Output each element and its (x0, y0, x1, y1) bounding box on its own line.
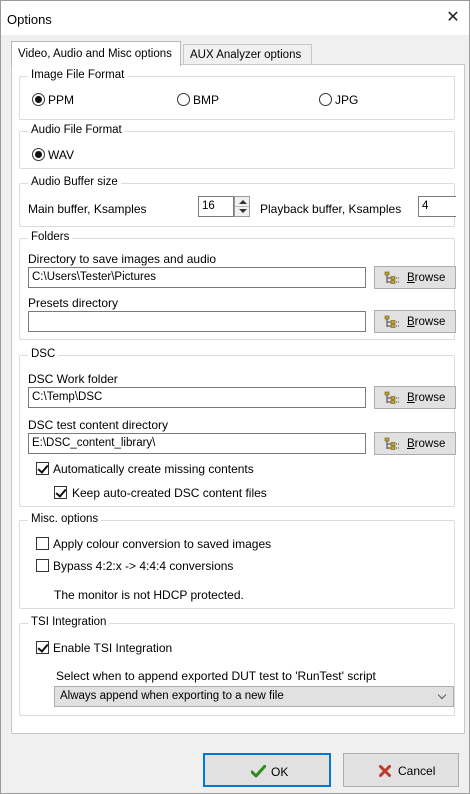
save-dir-input[interactable]: C:\Users\Tester\Pictures (28, 267, 366, 288)
dsc-group: DSC DSC Work folder C:\Temp\DSC Browse D… (19, 348, 456, 507)
group-legend: Audio File Format (28, 124, 125, 136)
browse-label: Browse (407, 438, 446, 450)
radio-bmp[interactable] (177, 93, 190, 106)
radio-ppm[interactable] (32, 93, 45, 106)
group-legend: Folders (28, 231, 73, 243)
options-dialog: Options ✕ Video, Audio and Misc options … (0, 0, 470, 794)
ok-label: OK (271, 765, 289, 779)
enable-tsi-label: Enable TSI Integration (53, 641, 173, 655)
spin-down-icon[interactable] (239, 209, 247, 213)
presets-dir-input[interactable] (28, 311, 366, 332)
chevron-down-icon[interactable] (437, 690, 447, 700)
folder-tree-icon (384, 315, 399, 328)
playback-buffer-input[interactable]: 4 (418, 196, 456, 217)
checkmark-icon (251, 765, 266, 778)
browse-dsc-content-button[interactable]: Browse (374, 432, 456, 455)
group-legend: Audio Buffer size (28, 176, 121, 188)
tab-aux-analyzer[interactable]: AUX Analyzer options (183, 44, 312, 65)
audio-format-group: Audio File Format WAV (19, 124, 455, 169)
misc-options-group: Misc. options Apply colour conversion to… (19, 513, 455, 609)
spin-up-icon[interactable] (239, 200, 247, 204)
tsi-select-label: Select when to append exported DUT test … (56, 669, 376, 683)
browse-label: Browse (407, 272, 446, 284)
browse-save-dir-button[interactable]: Browse (374, 266, 456, 289)
radio-wav[interactable] (32, 148, 45, 161)
tab-video-audio-misc[interactable]: Video, Audio and Misc options (11, 41, 181, 66)
radio-label-bmp: BMP (193, 93, 220, 107)
spin-divider (235, 206, 249, 207)
browse-label: Browse (407, 316, 446, 328)
radio-label-wav: WAV (48, 148, 74, 162)
window-title: Options (7, 12, 52, 27)
group-legend: Image File Format (28, 69, 128, 81)
close-icon[interactable]: ✕ (441, 7, 465, 29)
image-format-group: Image File Format PPM BMP JPG (19, 69, 455, 120)
folder-tree-icon (384, 271, 399, 284)
keep-content-label: Keep auto-created DSC content files (72, 486, 267, 500)
hdcp-status-text: The monitor is not HDCP protected. (54, 588, 244, 602)
cancel-label: Cancel (398, 764, 436, 778)
main-buffer-spinner[interactable] (234, 196, 250, 217)
tsi-append-select[interactable]: Always append when exporting to a new fi… (54, 686, 454, 707)
auto-create-checkbox[interactable] (36, 462, 49, 475)
colour-conversion-checkbox[interactable] (36, 537, 49, 550)
browse-presets-dir-button[interactable]: Browse (374, 310, 456, 333)
folder-tree-icon (384, 391, 399, 404)
bypass-conversion-checkbox[interactable] (36, 559, 49, 572)
auto-create-label: Automatically create missing contents (53, 462, 254, 476)
dsc-work-folder-label: DSC Work folder (28, 372, 118, 386)
main-buffer-input[interactable]: 16 (198, 196, 234, 217)
playback-buffer-label: Playback buffer, Ksamples (260, 202, 402, 216)
ok-button[interactable]: OK (203, 753, 331, 787)
presets-dir-label: Presets directory (28, 296, 119, 310)
group-legend: Misc. options (28, 513, 102, 525)
radio-jpg[interactable] (319, 93, 332, 106)
folder-tree-icon (384, 437, 399, 450)
select-value: Always append when exporting to a new fi… (60, 690, 284, 702)
keep-content-checkbox[interactable] (54, 486, 67, 499)
browse-dsc-work-button[interactable]: Browse (374, 386, 456, 409)
dsc-content-dir-input[interactable]: E:\DSC_content_library\ (28, 433, 366, 454)
main-buffer-label: Main buffer, Ksamples (28, 202, 147, 216)
audio-buffer-group: Audio Buffer size Main buffer, Ksamples … (19, 176, 456, 227)
title-bar[interactable]: Options ✕ (1, 1, 469, 35)
enable-tsi-checkbox[interactable] (36, 641, 49, 654)
bypass-conversion-label: Bypass 4:2:x -> 4:4:4 conversions (53, 559, 234, 573)
dsc-work-folder-input[interactable]: C:\Temp\DSC (28, 387, 366, 408)
folders-group: Folders Directory to save images and aud… (19, 231, 456, 340)
group-legend: TSI Integration (28, 616, 110, 628)
tsi-integration-group: TSI Integration Enable TSI Integration S… (19, 616, 455, 716)
group-legend: DSC (28, 348, 59, 360)
radio-label-jpg: JPG (335, 93, 359, 107)
cancel-button[interactable]: Cancel (343, 753, 459, 787)
radio-label-ppm: PPM (48, 93, 75, 107)
browse-label: Browse (407, 392, 446, 404)
cancel-x-icon (379, 765, 391, 777)
colour-conversion-label: Apply colour conversion to saved images (53, 537, 272, 551)
save-dir-label: Directory to save images and audio (28, 252, 217, 266)
dsc-content-dir-label: DSC test content directory (28, 418, 169, 432)
